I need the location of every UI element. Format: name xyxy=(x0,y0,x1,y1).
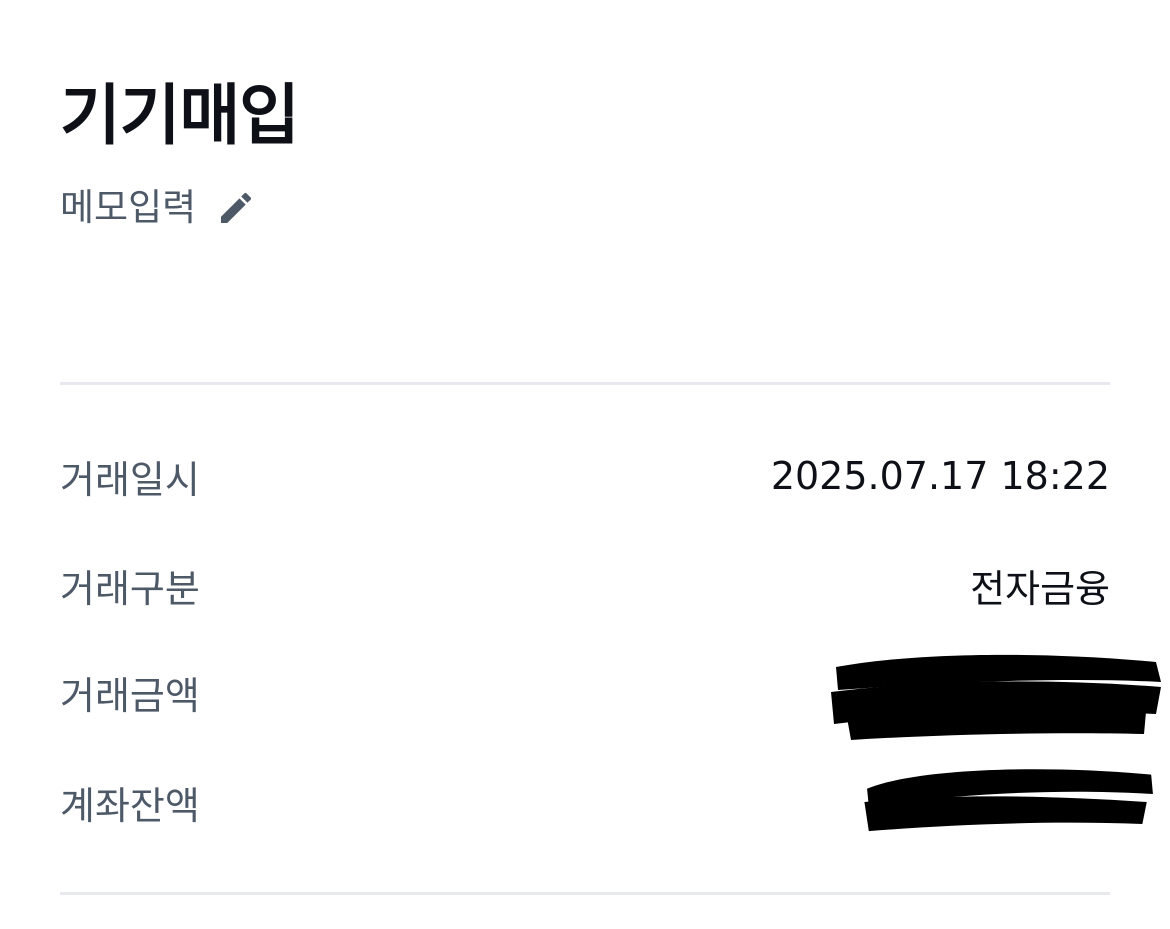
detail-row-transaction-type: 거래구분 전자금융 xyxy=(60,555,1110,615)
detail-row-transaction-amount: 거래금액 xyxy=(60,654,1161,740)
detail-label: 계좌잔액 xyxy=(60,783,200,828)
page-title: 기기매입 xyxy=(60,77,300,154)
redaction-scribble xyxy=(864,769,1153,832)
detail-value: 전자금융 xyxy=(970,566,1110,611)
section-divider-top xyxy=(60,382,1110,385)
detail-label: 거래구분 xyxy=(60,566,200,611)
detail-label: 거래금액 xyxy=(60,673,200,718)
redaction-scribble xyxy=(831,654,1161,740)
detail-value: 2025.07.17 18:22 xyxy=(770,454,1110,498)
detail-row-account-balance: 계좌잔액 xyxy=(60,769,1153,832)
section-divider-bottom xyxy=(60,892,1110,895)
detail-label: 거래일시 xyxy=(60,457,200,502)
memo-input-button[interactable]: 메모입력 xyxy=(60,186,256,230)
pencil-icon xyxy=(216,188,256,228)
memo-label: 메모입력 xyxy=(60,186,197,229)
detail-row-transaction-datetime: 거래일시 2025.07.17 18:22 xyxy=(60,446,1110,506)
